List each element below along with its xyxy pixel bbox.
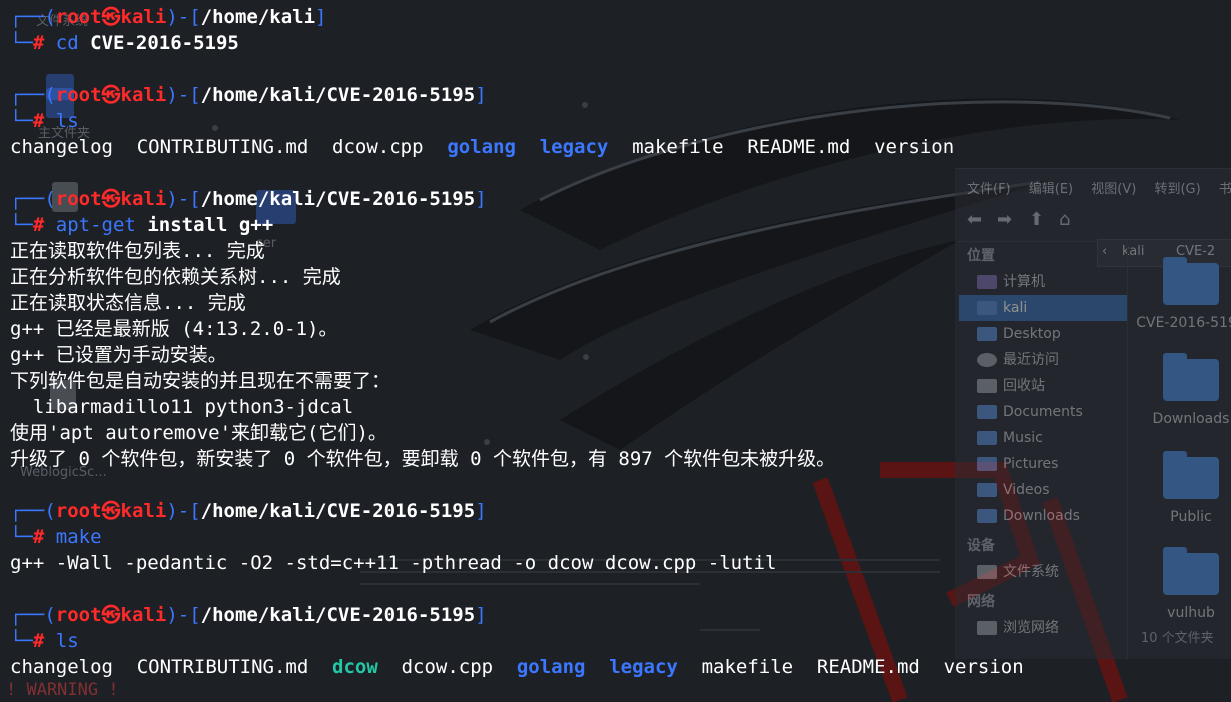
command-space — [44, 32, 55, 54]
prompt-frame-end: ] — [315, 6, 327, 28]
prompt-at-symbol: ㉿ — [101, 500, 121, 522]
ls-entry-file: makefile — [632, 136, 724, 158]
prompt-frame-start: ┌──( — [10, 604, 56, 626]
prompt-path: /home/kali — [200, 6, 316, 28]
prompt-host: kali — [120, 604, 167, 626]
prompt-frame-mid: )-[ — [166, 500, 201, 522]
command-line: └─# make — [10, 524, 102, 550]
prompt-hash: # — [32, 214, 45, 236]
command-name: cd — [55, 32, 79, 54]
ls-entry-file: version — [943, 656, 1024, 678]
prompt-frame-corner: └─ — [10, 110, 33, 132]
command-space — [44, 526, 55, 548]
ls-entry-dir: legacy — [609, 656, 678, 678]
prompt-user: root — [55, 188, 102, 210]
output-line: 正在读取状态信息... 完成 — [10, 292, 246, 314]
command-line: └─# apt-get install g++ — [10, 212, 273, 238]
ls-entry-file: version — [874, 136, 955, 158]
command-space — [44, 214, 55, 236]
command-space — [44, 630, 55, 652]
ls-entry-file: changelog — [10, 136, 113, 158]
command-space — [44, 110, 55, 132]
prompt-line: ┌──(root㉿kali)-[/home/kali/CVE-2016-5195… — [10, 82, 487, 108]
command-line: └─# ls — [10, 628, 79, 654]
prompt-at-symbol: ㉿ — [101, 188, 121, 210]
ls-output-line: changelog CONTRIBUTING.md dcow.cpp golang le… — [10, 134, 978, 160]
prompt-line: ┌──(root㉿kali)-[/home/kali/CVE-2016-5195… — [10, 498, 487, 524]
terminal-output[interactable]: ┌──(root㉿kali)-[/home/kali] └─# cd CVE-20… — [0, 0, 1231, 702]
prompt-path: /home/kali/CVE-2016-5195 — [200, 500, 476, 522]
output-line: g++ 已设置为手动安装。 — [10, 344, 227, 366]
ls-entry-file: CONTRIBUTING.md — [136, 136, 309, 158]
prompt-user: root — [55, 6, 102, 28]
prompt-frame-mid: )-[ — [166, 84, 201, 106]
prompt-frame-corner: └─ — [10, 32, 33, 54]
prompt-at-symbol: ㉿ — [101, 604, 121, 626]
prompt-frame-corner: └─ — [10, 630, 33, 652]
output-line: 下列软件包是自动安装的并且现在不需要了： — [10, 370, 391, 392]
command-name: ls — [55, 630, 79, 652]
prompt-host: kali — [120, 6, 167, 28]
ls-entry-exe: dcow — [332, 656, 378, 678]
prompt-at-symbol: ㉿ — [101, 6, 121, 28]
prompt-line: ┌──(root㉿kali)-[/home/kali/CVE-2016-5195… — [10, 602, 487, 628]
prompt-frame-start: ┌──( — [10, 6, 56, 28]
prompt-user: root — [55, 604, 102, 626]
prompt-hash: # — [32, 526, 45, 548]
prompt-hash: # — [32, 32, 45, 54]
prompt-hash: # — [32, 110, 45, 132]
command-name: make — [55, 526, 102, 548]
output-line: g++ 已经是最新版 (4:13.2.0-1)。 — [10, 318, 338, 340]
prompt-host: kali — [120, 188, 167, 210]
ls-entry-file: dcow.cpp — [401, 656, 494, 678]
output-line: g++ -Wall -pedantic -O2 -std=c++11 -pthr… — [10, 552, 777, 574]
prompt-user: root — [55, 500, 102, 522]
ls-entry-dir: golang — [447, 136, 516, 158]
prompt-path: /home/kali/CVE-2016-5195 — [200, 604, 476, 626]
ls-entry-dir: golang — [516, 656, 586, 678]
prompt-frame-start: ┌──( — [10, 188, 56, 210]
prompt-frame-corner: └─ — [10, 526, 33, 548]
command-line: └─# cd CVE-2016-5195 — [10, 30, 239, 56]
ls-entry-file: README.md — [747, 136, 851, 158]
prompt-line: ┌──(root㉿kali)-[/home/kali/CVE-2016-5195… — [10, 186, 487, 212]
output-line: 升级了 0 个软件包，新安装了 0 个软件包，要卸载 0 个软件包，有 897 … — [10, 448, 836, 470]
prompt-frame-end: ] — [475, 500, 487, 522]
command-line: └─# ls — [10, 108, 79, 134]
prompt-at-symbol: ㉿ — [101, 84, 121, 106]
output-line: libarmadillo11 python3-jdcal — [10, 396, 354, 418]
ls-entry-dir: legacy — [539, 136, 609, 158]
prompt-frame-corner: └─ — [10, 214, 33, 236]
ls-entry-file: README.md — [816, 656, 920, 678]
prompt-user: root — [55, 84, 102, 106]
command-name: apt-get — [55, 214, 136, 236]
command-args: install g++ — [135, 214, 274, 236]
ls-entry-file: makefile — [701, 656, 794, 678]
ls-output-line: changelog CONTRIBUTING.md dcow dcow.cpp gola… — [10, 654, 1047, 680]
prompt-frame-end: ] — [475, 188, 487, 210]
prompt-frame-end: ] — [475, 84, 487, 106]
output-line: 正在分析软件包的依赖关系树... 完成 — [10, 266, 341, 288]
prompt-path: /home/kali/CVE-2016-5195 — [200, 188, 476, 210]
ls-entry-file: changelog — [10, 656, 113, 678]
prompt-frame-end: ] — [475, 604, 487, 626]
output-line: 使用'apt autoremove'来卸载它(它们)。 — [10, 422, 387, 444]
prompt-frame-start: ┌──( — [10, 500, 56, 522]
prompt-host: kali — [120, 84, 167, 106]
prompt-hash: # — [32, 630, 45, 652]
prompt-path: /home/kali/CVE-2016-5195 — [200, 84, 476, 106]
prompt-host: kali — [120, 500, 167, 522]
output-line: 正在读取软件包列表... 完成 — [10, 240, 265, 262]
prompt-frame-mid: )-[ — [166, 6, 201, 28]
prompt-frame-mid: )-[ — [166, 604, 201, 626]
prompt-line: ┌──(root㉿kali)-[/home/kali] — [10, 4, 326, 30]
command-name: ls — [55, 110, 79, 132]
prompt-frame-start: ┌──( — [10, 84, 56, 106]
prompt-frame-mid: )-[ — [166, 188, 201, 210]
ls-entry-file: dcow.cpp — [332, 136, 424, 158]
command-args: CVE-2016-5195 — [78, 32, 239, 54]
ls-entry-file: CONTRIBUTING.md — [136, 656, 309, 678]
